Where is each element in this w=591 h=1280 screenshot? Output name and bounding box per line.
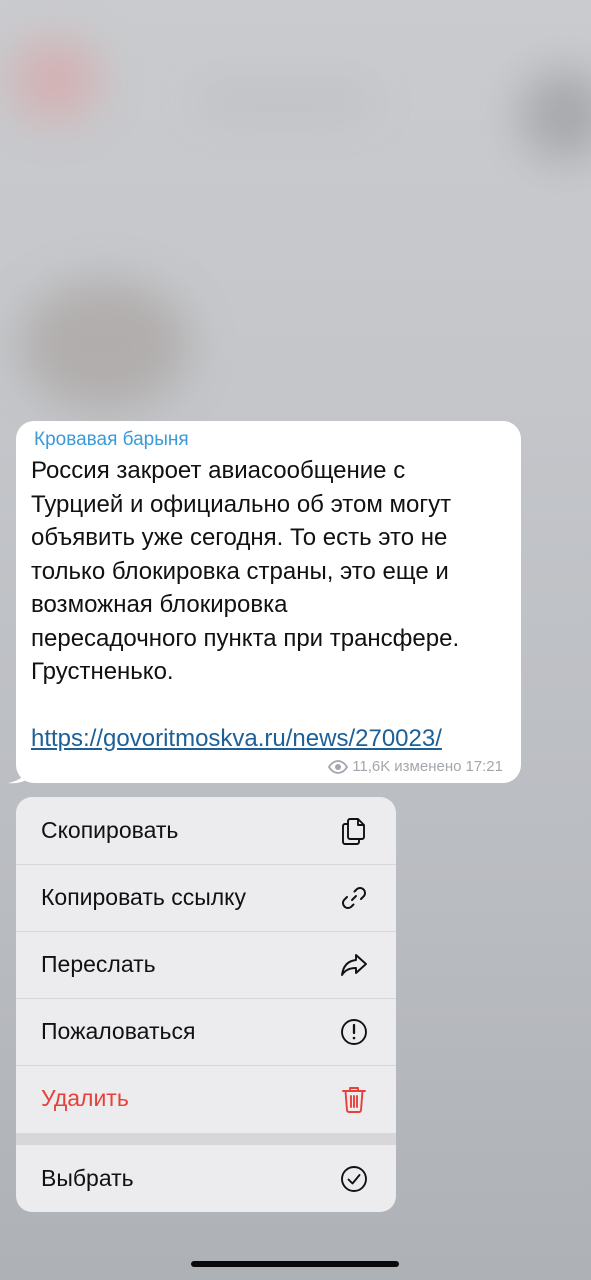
background-blur <box>10 40 100 120</box>
menu-item-copy-link[interactable]: Копировать ссылку <box>16 864 396 931</box>
menu-item-label: Выбрать <box>41 1165 134 1191</box>
edited-label: изменено <box>394 758 462 775</box>
menu-item-label: Удалить <box>41 1085 129 1111</box>
menu-item-select[interactable]: Выбрать <box>16 1145 396 1212</box>
copy-icon <box>339 816 369 846</box>
menu-item-copy[interactable]: Скопировать <box>16 797 396 864</box>
background-blur <box>520 70 591 160</box>
trash-icon <box>339 1084 369 1114</box>
sender-name[interactable]: Кровавая барыня <box>34 429 503 451</box>
report-icon <box>339 1017 369 1047</box>
message-time: 17:21 <box>465 758 503 775</box>
menu-item-label: Пожаловаться <box>41 1018 196 1044</box>
eye-icon <box>328 760 349 774</box>
message-text: Россия закроет авиасообщение с Турцией и… <box>31 457 460 685</box>
forward-icon <box>339 950 369 980</box>
menu-item-label: Скопировать <box>41 817 179 843</box>
checkmark-circle-icon <box>339 1164 369 1194</box>
background-blur <box>200 90 370 110</box>
menu-item-delete[interactable]: Удалить <box>16 1065 396 1132</box>
message-meta: 11,6K изменено 17:21 <box>328 758 503 776</box>
link-icon <box>339 883 369 913</box>
context-menu: Скопировать Копировать ссылку Переслать <box>16 797 396 1212</box>
menu-item-report[interactable]: Пожаловаться <box>16 998 396 1065</box>
view-count: 11,6K <box>352 758 391 775</box>
background-blur <box>20 280 190 410</box>
menu-item-forward[interactable]: Переслать <box>16 931 396 998</box>
menu-section-gap <box>16 1133 396 1145</box>
home-indicator[interactable] <box>191 1261 399 1267</box>
menu-item-label: Копировать ссылку <box>41 884 247 910</box>
message-link[interactable]: https://govoritmoskva.ru/news/270023/ <box>31 722 503 755</box>
menu-item-label: Переслать <box>41 951 156 977</box>
message-bubble[interactable]: Кровавая барыня Россия закроет авиасообщ… <box>16 421 521 783</box>
